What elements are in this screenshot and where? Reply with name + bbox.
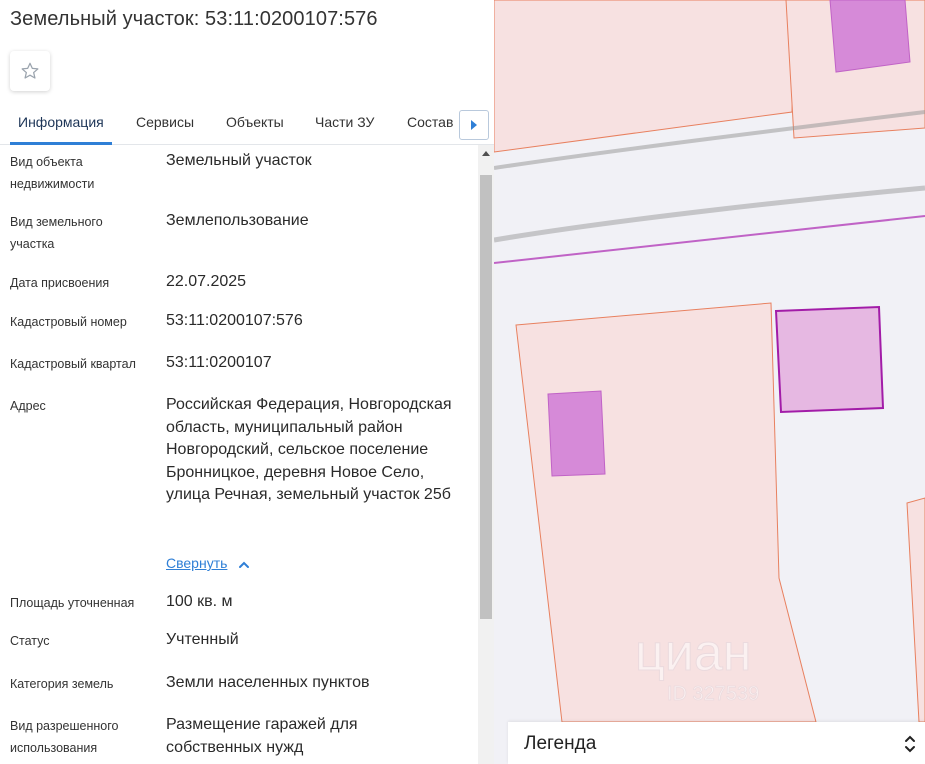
tabs-next-button[interactable] bbox=[459, 110, 489, 140]
scroll-up-arrow-icon[interactable] bbox=[478, 145, 494, 161]
watermark-logo: циан ID 327539 bbox=[635, 624, 760, 706]
watermark-id: ID 327539 bbox=[667, 683, 759, 705]
info-label: Площадь уточненная bbox=[10, 596, 135, 610]
legend-bar[interactable]: Легенда bbox=[508, 722, 925, 764]
chevron-up-icon[interactable] bbox=[237, 558, 251, 572]
collapse-link[interactable]: Свернуть bbox=[166, 555, 227, 571]
tab-bar: Информация Сервисы Объекты Части ЗУ Сост… bbox=[0, 104, 494, 145]
info-value: 22.07.2025 bbox=[166, 273, 247, 290]
land-parcel bbox=[494, 0, 795, 153]
road bbox=[494, 185, 925, 243]
legend-title: Легенда bbox=[524, 733, 597, 754]
chevron-up-down-icon[interactable] bbox=[903, 733, 917, 755]
info-label: Вид объекта недвижимости bbox=[10, 155, 95, 191]
tab-objects[interactable]: Объекты bbox=[226, 114, 284, 130]
page-title: Земельный участок: 53:11:0200107:576 bbox=[10, 8, 378, 30]
tab-information[interactable]: Информация bbox=[18, 114, 104, 130]
info-label: Статус bbox=[10, 634, 50, 648]
tab-services[interactable]: Сервисы bbox=[136, 114, 194, 130]
info-panel: Земельный участок: 53:11:0200107:576 Инф… bbox=[0, 0, 494, 764]
info-label: Адрес bbox=[10, 399, 46, 413]
info-value: 53:11:0200107:576 bbox=[166, 312, 303, 329]
scrollbar-thumb[interactable] bbox=[480, 175, 492, 619]
boundary-line bbox=[494, 215, 925, 264]
tab-land-parts[interactable]: Части ЗУ bbox=[315, 114, 374, 130]
info-label: Категория земель bbox=[10, 677, 114, 691]
selected-parcel bbox=[774, 305, 885, 414]
info-value: Учтенный bbox=[166, 631, 239, 648]
info-value: Российская Федерация, Новгородская облас… bbox=[166, 396, 452, 503]
info-scrollbar[interactable] bbox=[478, 145, 494, 764]
building bbox=[547, 390, 606, 477]
land-parcel bbox=[906, 497, 925, 723]
info-value: Землепользование bbox=[166, 212, 309, 229]
info-label: Кадастровый номер bbox=[10, 315, 127, 329]
info-value: Размещение гаражей для собственных нужд bbox=[166, 716, 358, 756]
info-list: Вид объекта недвижимости Земельный участ… bbox=[0, 145, 478, 764]
info-value: 100 кв. м bbox=[166, 593, 233, 610]
info-value: Земельный участок bbox=[166, 152, 312, 169]
tab-composition[interactable]: Состав bbox=[407, 114, 453, 130]
info-value: Земли населенных пунктов bbox=[166, 674, 370, 691]
star-outline-icon bbox=[21, 62, 39, 79]
info-label: Вид земельного участка bbox=[10, 215, 103, 251]
caret-right-icon bbox=[471, 120, 477, 130]
info-label: Вид разрешенного использования bbox=[10, 719, 119, 755]
watermark-brand: циан bbox=[635, 624, 751, 682]
info-label: Дата присвоения bbox=[10, 276, 110, 290]
info-value: 53:11:0200107 bbox=[166, 354, 272, 371]
info-label: Кадастровый квартал bbox=[10, 357, 136, 371]
favorite-button[interactable] bbox=[10, 51, 50, 91]
building bbox=[829, 0, 911, 73]
